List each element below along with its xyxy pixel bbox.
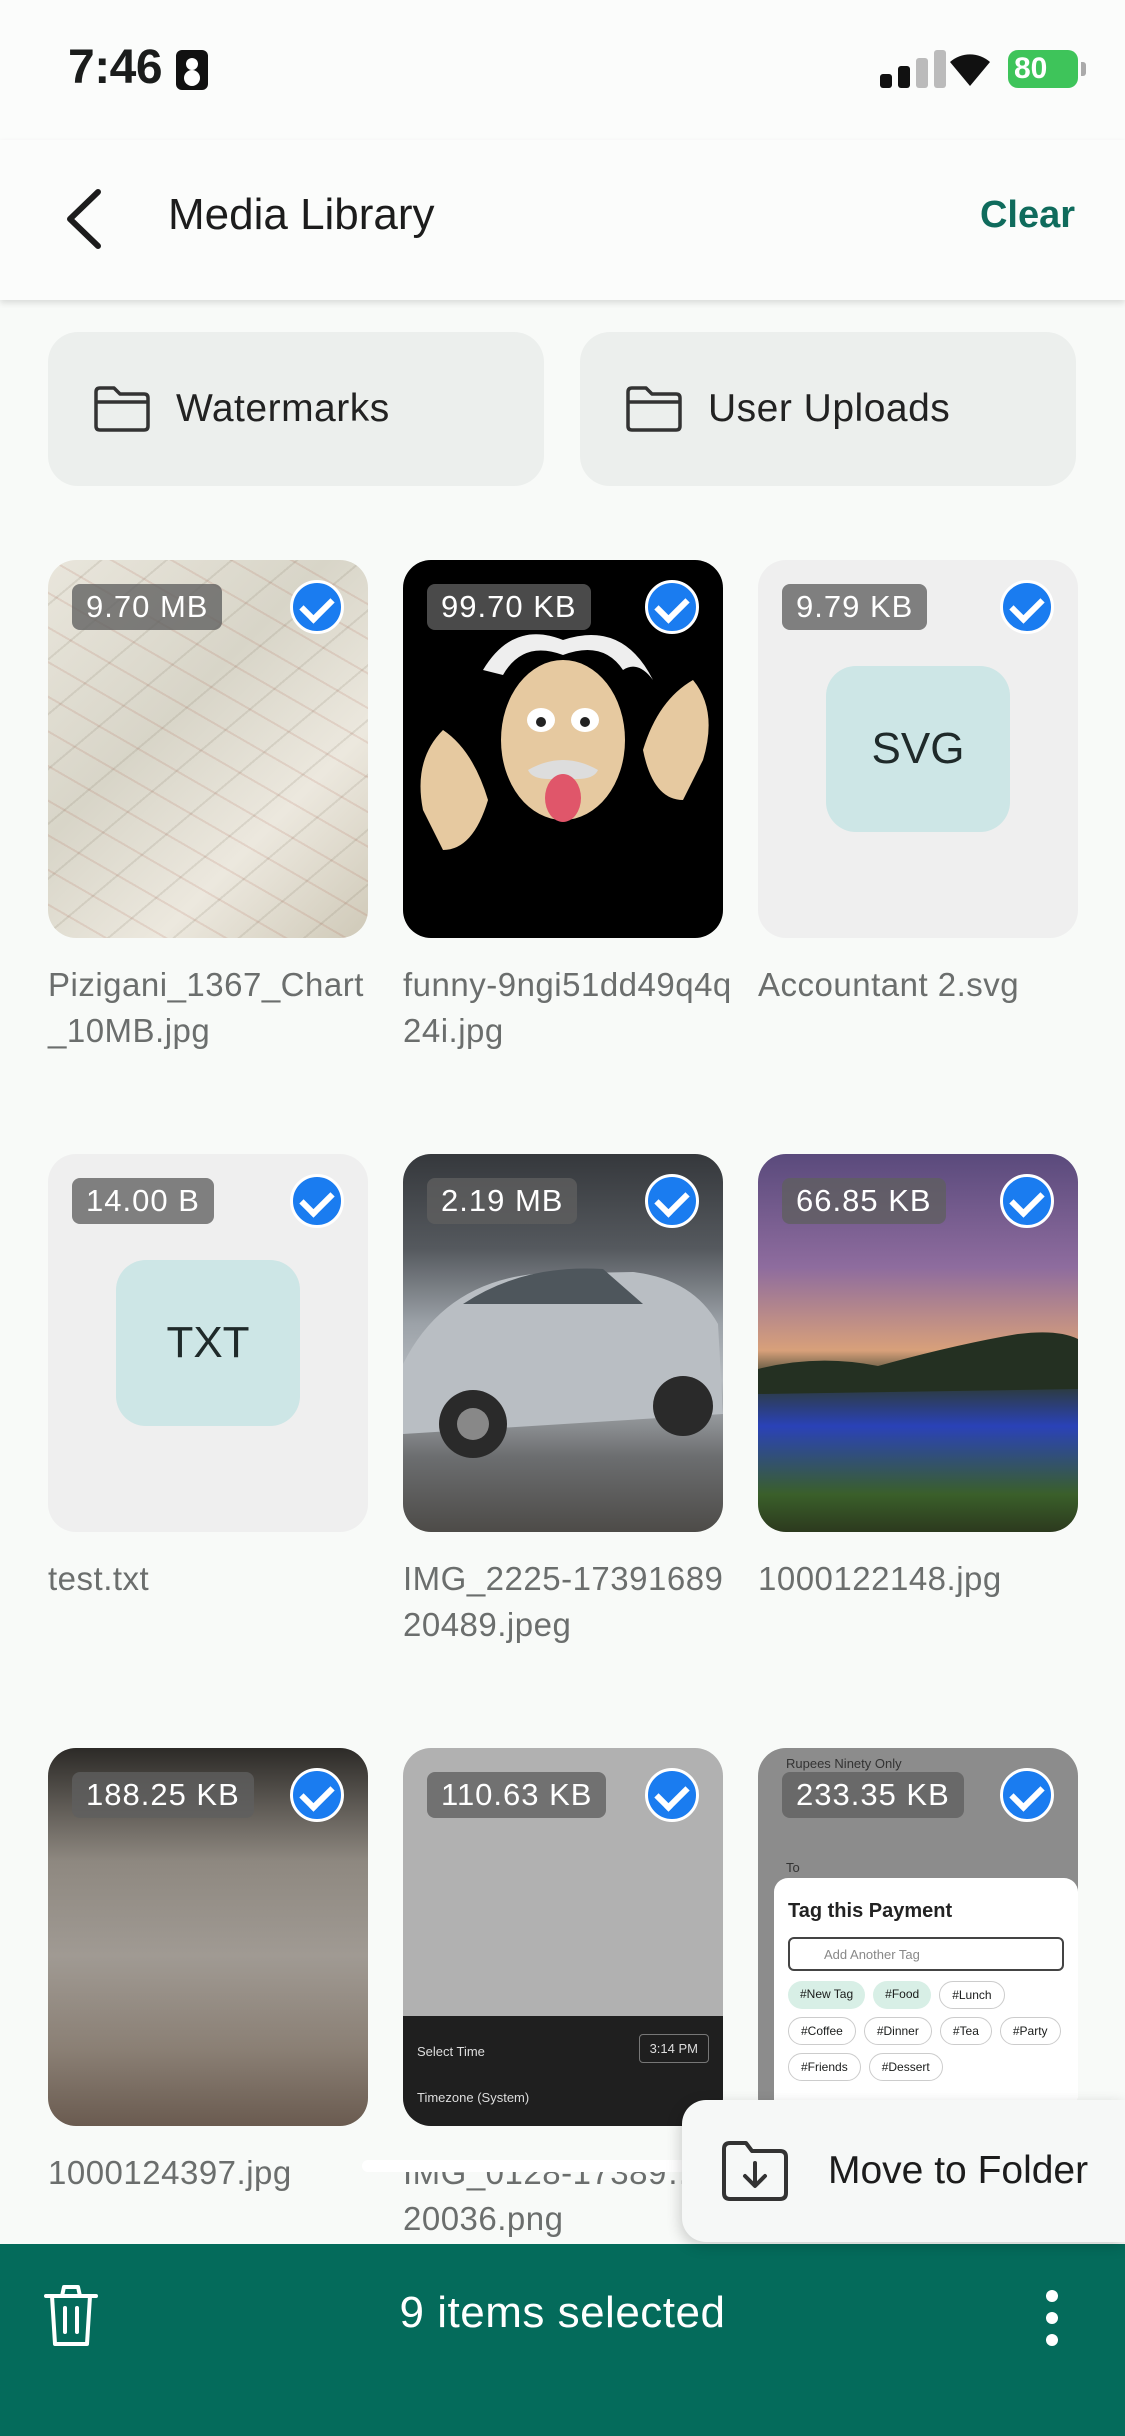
selected-check-icon[interactable] (645, 580, 699, 634)
move-to-folder-button[interactable]: Move to Folder (682, 2100, 1125, 2242)
file-type-icon: TXT (116, 1260, 300, 1426)
folder-card-watermarks[interactable]: Watermarks (48, 332, 544, 486)
selected-check-icon[interactable] (645, 1768, 699, 1822)
signal-bar-4 (934, 50, 946, 88)
file-type-icon: SVG (826, 666, 1010, 832)
media-tile[interactable]: 9.70 MB (48, 560, 368, 938)
file-size-badge: 66.85 KB (782, 1178, 946, 1224)
selected-check-icon[interactable] (1000, 580, 1054, 634)
screenshot-thumbnail: Tag this Payment Add Another Tag #New Ta… (774, 1878, 1078, 2126)
media-tile[interactable]: 99.70 KB (403, 560, 723, 938)
file-size-badge: 9.70 MB (72, 584, 223, 630)
file-size-badge: 9.79 KB (782, 584, 928, 630)
clock: 7:46 (68, 41, 163, 94)
media-tile[interactable]: 188.25 KB (48, 1748, 368, 2126)
selected-check-icon[interactable] (1000, 1174, 1054, 1228)
media-tile[interactable]: Rupees Ninety Only To 233.35 KB Tag this… (758, 1748, 1078, 2126)
move-to-folder-label: Move to Folder (828, 2149, 1089, 2192)
status-bar: 7:46 80 (0, 0, 1125, 140)
file-name: Accountant 2.svg (758, 966, 1020, 1003)
file-size-badge: 233.35 KB (782, 1772, 964, 1818)
file-size-badge: 99.70 KB (427, 584, 591, 630)
wifi-icon (950, 54, 990, 86)
file-name: Pizigani_1367_Chart_10MB.jpg (48, 966, 364, 1049)
media-tile[interactable]: 9.79 KB SVG (758, 560, 1078, 938)
screenshot-thumbnail: Select Time 3:14 PM Timezone (System) (403, 2016, 723, 2126)
clear-button[interactable]: Clear (980, 194, 1075, 237)
selection-bar: 9 items selected (0, 2244, 1125, 2436)
file-name: 1000124397.jpg (48, 2154, 292, 2191)
selected-check-icon[interactable] (1000, 1768, 1054, 1822)
app-bar: Media Library Clear (0, 140, 1125, 300)
file-name: 1000122148.jpg (758, 1560, 1002, 1597)
page-title: Media Library (168, 190, 435, 239)
selected-check-icon[interactable] (290, 1768, 344, 1822)
file-name: funny-9ngi51dd49q4q24i.jpg (403, 966, 732, 1049)
folder-move-icon (722, 2141, 788, 2201)
signal-bar-1 (880, 74, 892, 88)
selected-check-icon[interactable] (645, 1174, 699, 1228)
folder-card-user-uploads[interactable]: User Uploads (580, 332, 1076, 486)
thumb-header: Rupees Ninety Only (786, 1756, 902, 1771)
signal-bar-2 (898, 66, 910, 88)
more-options-icon[interactable] (1046, 2290, 1060, 2346)
file-size-badge: 2.19 MB (427, 1178, 578, 1224)
selection-count: 9 items selected (399, 2288, 726, 2337)
media-tile[interactable]: 66.85 KB (758, 1154, 1078, 1532)
file-name: IMG_2225-1739168920489.jpeg (403, 1560, 724, 1643)
file-name: test.txt (48, 1560, 150, 1597)
file-size-badge: 14.00 B (72, 1178, 214, 1224)
folder-name: Watermarks (176, 387, 390, 430)
folder-icon (94, 386, 150, 432)
contact-icon (176, 50, 208, 90)
back-arrow-icon[interactable] (56, 184, 116, 254)
folder-icon (626, 386, 682, 432)
battery-icon: 80 (1008, 50, 1086, 88)
thumb-to: To (786, 1860, 800, 1875)
battery-level: 80 (1014, 52, 1048, 85)
media-tile[interactable]: 110.63 KB Select Time 3:14 PM Timezone (… (403, 1748, 723, 2126)
media-tile[interactable]: 2.19 MB (403, 1154, 723, 1532)
selected-check-icon[interactable] (290, 1174, 344, 1228)
selected-check-icon[interactable] (290, 580, 344, 634)
file-size-badge: 188.25 KB (72, 1772, 254, 1818)
signal-bar-3 (916, 58, 928, 88)
folder-name: User Uploads (708, 387, 951, 430)
media-tile[interactable]: 14.00 B TXT (48, 1154, 368, 1532)
file-size-badge: 110.63 KB (427, 1772, 607, 1818)
